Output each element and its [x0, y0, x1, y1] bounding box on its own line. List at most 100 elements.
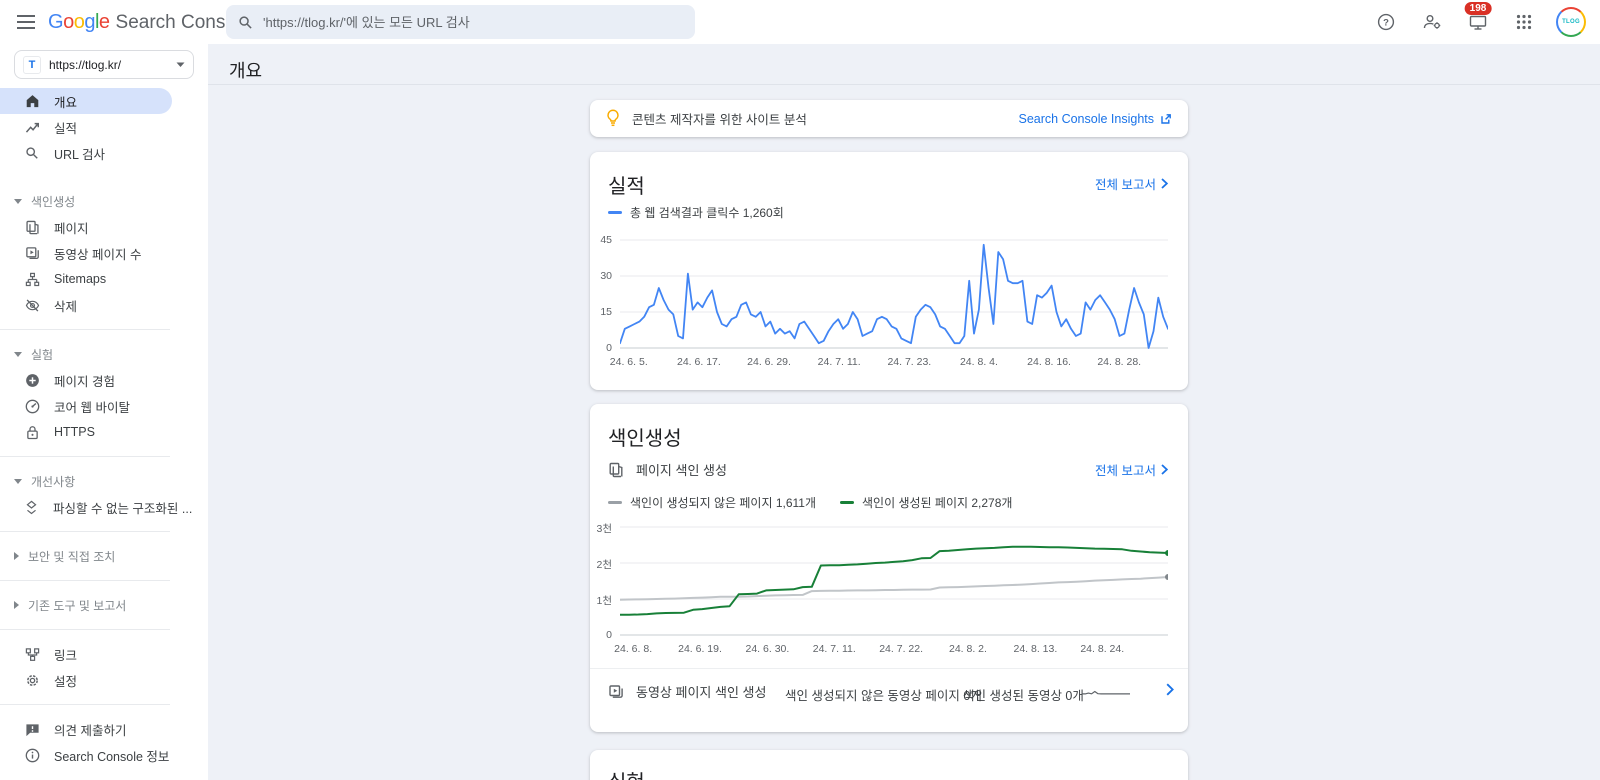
sidebar-item-pages[interactable]: 페이지 — [0, 214, 172, 240]
menu-icon[interactable] — [6, 2, 46, 42]
section-indexing[interactable]: 색인생성 — [0, 188, 208, 214]
chevron-right-icon — [1161, 178, 1168, 189]
page-title: 개요 — [229, 57, 262, 83]
legend-dash-gray — [608, 501, 622, 505]
y-tick-label: 2천 — [586, 557, 612, 572]
x-tick-label: 24. 6. 17. — [677, 356, 721, 368]
video-not-indexed-stat: 색인 생성되지 않은 동영상 페이지 0개 — [785, 685, 982, 704]
indexing-card: 색인생성 페이지 색인 생성 전체 보고서 색인이 생성되지 않은 페이지 1,… — [590, 404, 1188, 732]
url-inspect-search-icon — [24, 145, 40, 161]
sidebar-item-sitemaps[interactable]: Sitemaps — [0, 266, 172, 292]
property-url: https://tlog.kr/ — [49, 58, 176, 72]
chevron-down-icon — [176, 62, 185, 68]
sidebar-item-overview[interactable]: 개요 — [0, 88, 172, 114]
x-tick-label: 24. 7. 11. — [813, 643, 856, 655]
lightbulb-icon — [606, 109, 620, 128]
video-sparkline-chart — [1082, 685, 1130, 700]
x-tick-label: 24. 6. 29. — [747, 356, 791, 368]
x-tick-label: 24. 6. 30. — [746, 643, 790, 655]
sidebar-divider — [0, 580, 170, 581]
legend-label-indexed: 색인이 생성된 페이지 2,278개 — [862, 494, 1012, 511]
section-security-manual-actions[interactable]: 보안 및 직접 조치 — [0, 543, 208, 569]
gear-icon — [24, 672, 40, 688]
plus-circle-icon — [24, 372, 40, 388]
search-icon — [238, 15, 253, 30]
sidebar-item-links[interactable]: 링크 — [0, 641, 172, 667]
video-indexing-row[interactable]: 동영상 페이지 색인 생성 색인 생성되지 않은 동영상 페이지 0개 색인 생… — [590, 672, 1188, 716]
sidebar-divider — [0, 531, 170, 532]
url-inspection-search-bar[interactable] — [226, 5, 695, 39]
collapse-arrow-icon — [14, 479, 22, 484]
x-tick-label: 24. 6. 5. — [610, 356, 648, 368]
user-settings-icon[interactable] — [1418, 8, 1446, 36]
sidebar-item-url-inspection[interactable]: URL 검사 — [0, 140, 172, 166]
x-tick-label: 24. 6. 19. — [678, 643, 722, 655]
property-favicon: T — [23, 56, 41, 74]
x-tick-label: 24. 7. 22. — [879, 643, 923, 655]
collapse-arrow-icon — [14, 199, 22, 204]
avatar[interactable]: TLOG — [1556, 7, 1586, 37]
sidebar-item-feedback[interactable]: 의견 제출하기 — [0, 716, 172, 742]
search-input[interactable] — [263, 15, 683, 30]
indexing-chart[interactable] — [620, 521, 1168, 641]
y-tick-label: 15 — [586, 306, 612, 318]
section-enhancements[interactable]: 개선사항 — [0, 468, 208, 494]
x-tick-label: 24. 8. 4. — [960, 356, 998, 368]
eye-off-icon — [24, 297, 40, 313]
indexing-legend: 색인이 생성되지 않은 페이지 1,611개 색인이 생성된 페이지 2,278… — [608, 494, 1012, 511]
sidebar-item-video-pages[interactable]: 동영상 페이지 수 — [0, 240, 172, 266]
sidebar-item-performance[interactable]: 실적 — [0, 114, 172, 140]
sidebar-item-core-web-vitals[interactable]: 코어 웹 바이탈 — [0, 393, 172, 419]
home-icon — [24, 93, 40, 109]
structured-data-icon — [24, 499, 39, 515]
legend-dash-blue — [608, 211, 622, 215]
indexing-card-title: 색인생성 — [608, 422, 1168, 451]
sidebar-item-page-experience[interactable]: 페이지 경험 — [0, 367, 172, 393]
x-tick-label: 24. 8. 24. — [1080, 643, 1124, 655]
chevron-right-icon — [1161, 464, 1168, 475]
sidebar-item-unparsable-structured-data[interactable]: 파싱할 수 없는 구조화된 ... — [0, 494, 172, 520]
links-icon — [24, 646, 40, 662]
y-tick-label: 45 — [586, 234, 612, 246]
google-apps-grid-icon[interactable] — [1510, 8, 1538, 36]
experience-card-title: 실험 — [590, 750, 1188, 780]
section-legacy-tools[interactable]: 기존 도구 및 보고서 — [0, 592, 208, 618]
external-link-icon — [1160, 113, 1172, 125]
sitemaps-icon — [24, 271, 40, 287]
performance-chart[interactable] — [620, 234, 1168, 354]
insights-link[interactable]: Search Console Insights — [1019, 112, 1173, 126]
performance-card-title: 실적 — [608, 170, 1095, 199]
video-row-chevron-icon[interactable] — [1166, 683, 1174, 696]
sidebar-item-https[interactable]: HTTPS — [0, 419, 172, 445]
indexing-full-report-link[interactable]: 전체 보고서 — [1095, 460, 1168, 479]
sidebar-item-removals[interactable]: 삭제 — [0, 292, 172, 318]
legend-label-not-indexed: 색인이 생성되지 않은 페이지 1,611개 — [630, 494, 816, 511]
feedback-icon — [24, 721, 40, 737]
page-indexing-subtitle: 페이지 색인 생성 — [636, 460, 1095, 479]
performance-x-axis: 24. 6. 5.24. 6. 17.24. 6. 29.24. 7. 11.2… — [620, 356, 1168, 370]
y-tick-label: 3천 — [586, 521, 612, 536]
y-tick-label: 30 — [586, 270, 612, 282]
y-tick-label: 0 — [586, 342, 612, 354]
performance-icon — [24, 119, 40, 135]
collapse-arrow-icon — [14, 352, 22, 357]
y-tick-label: 0 — [586, 629, 612, 641]
appbar-actions: ? 198 TLOG — [1372, 0, 1586, 44]
notification-badge: 198 — [1465, 2, 1492, 15]
video-pages-icon — [608, 684, 624, 700]
sidebar-divider — [0, 456, 170, 457]
help-icon[interactable]: ? — [1372, 8, 1400, 36]
expand-arrow-icon — [14, 601, 19, 609]
performance-y-axis: 4530150 — [590, 234, 616, 354]
section-experience[interactable]: 실험 — [0, 341, 208, 367]
insights-banner: 콘텐츠 제작자를 위한 사이트 분석 Search Console Insigh… — [590, 100, 1188, 137]
property-selector[interactable]: T https://tlog.kr/ — [14, 50, 194, 79]
pages-icon — [24, 219, 40, 235]
sidebar-item-about[interactable]: Search Console 정보 — [0, 742, 172, 768]
monitor-icon[interactable]: 198 — [1464, 8, 1492, 36]
app-logo[interactable]: Google Search Console — [48, 11, 251, 34]
video-indexed-stat: 색인 생성된 동영상 0개 — [963, 685, 1084, 704]
lock-icon — [24, 424, 40, 440]
sidebar-item-settings[interactable]: 설정 — [0, 667, 172, 693]
performance-full-report-link[interactable]: 전체 보고서 — [1095, 174, 1168, 193]
